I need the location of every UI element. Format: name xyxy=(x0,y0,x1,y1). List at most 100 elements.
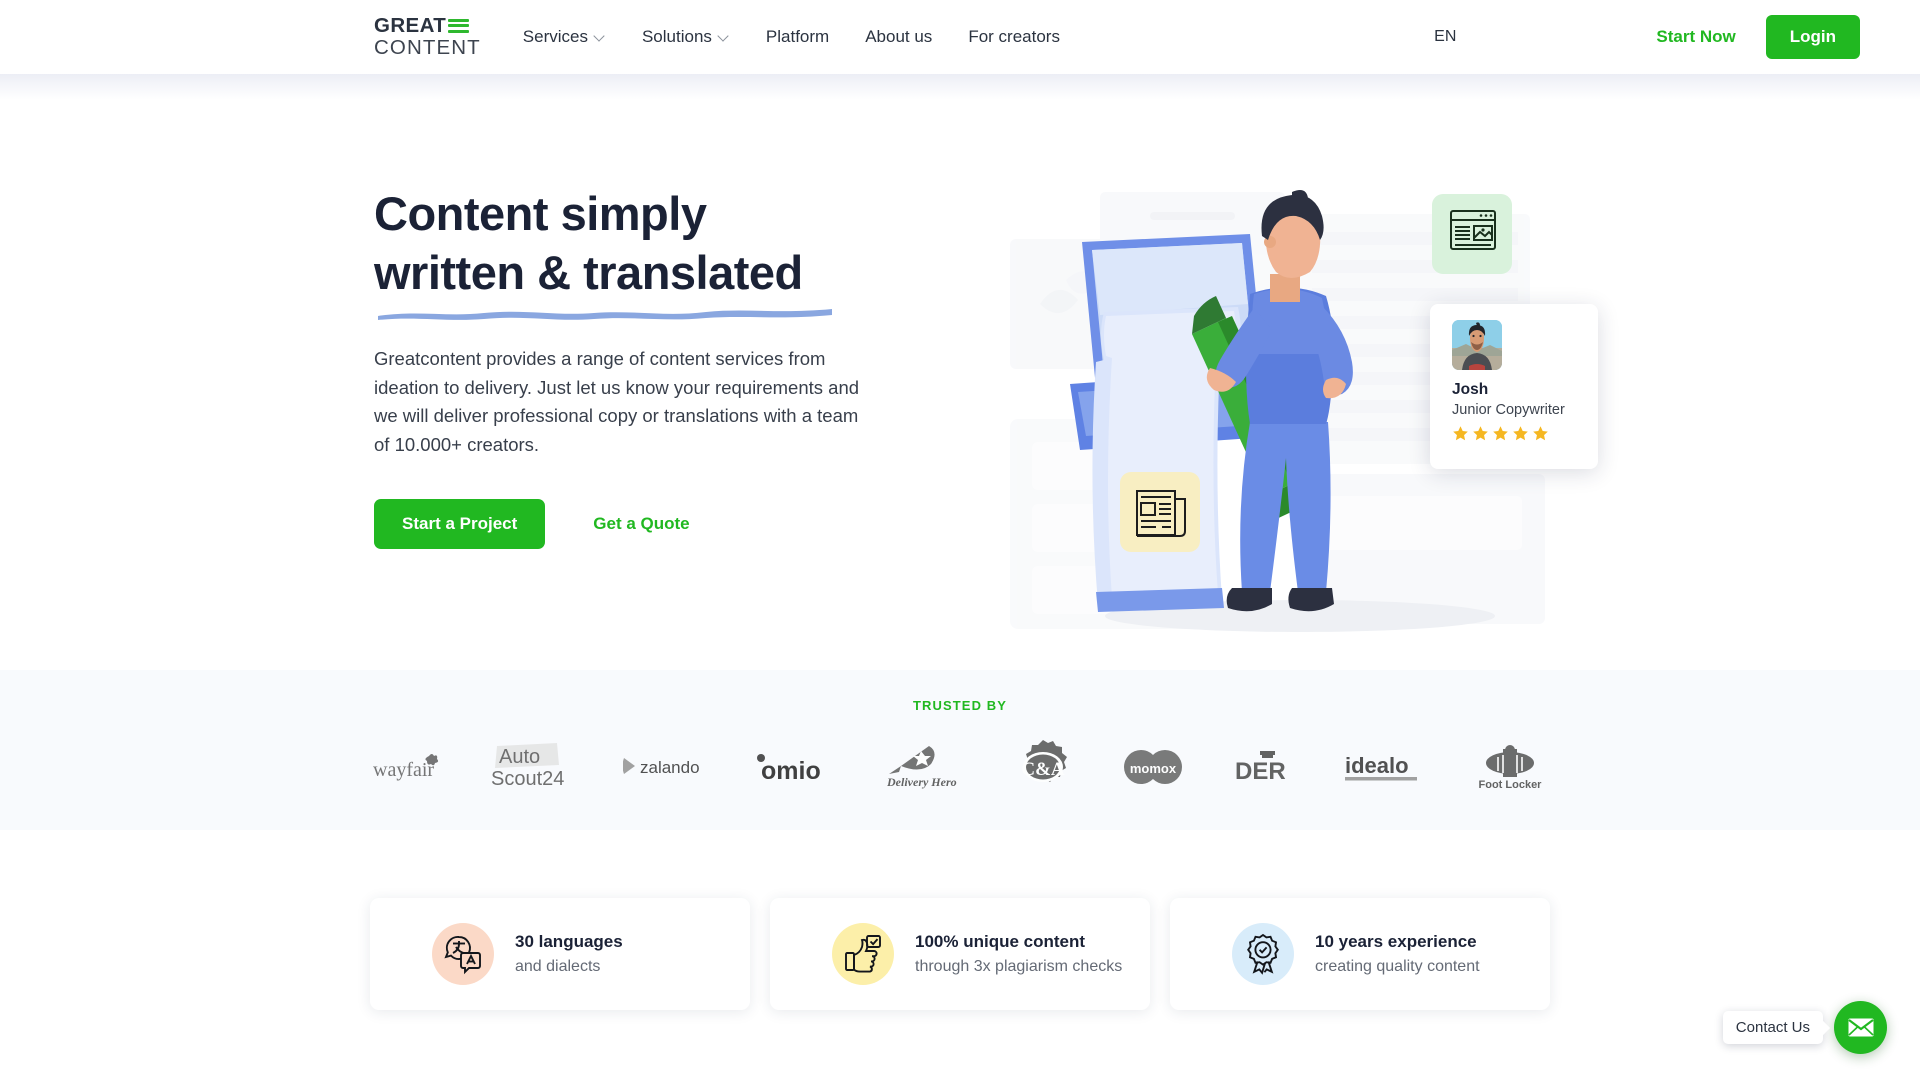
brand-logo-omio[interactable]: omio xyxy=(755,739,839,795)
header-inner: GREAT CONTENT Services Solutions Platfor… xyxy=(0,0,1920,74)
omio-logo-icon: omio xyxy=(757,754,821,782)
features-section: 30 languages and dialects 100% unique co… xyxy=(0,830,1920,1080)
webpage-badge xyxy=(1432,194,1512,274)
creator-profile-card[interactable]: Josh Junior Copywriter xyxy=(1430,304,1598,469)
rating-stars xyxy=(1452,425,1598,442)
hero-title-line1: Content simply xyxy=(374,187,707,240)
award-ribbon-icon xyxy=(1232,923,1294,985)
feature-card-experience[interactable]: 10 years experience creating quality con… xyxy=(1170,898,1550,1010)
creator-name: Josh xyxy=(1452,381,1489,398)
feature-title: 100% unique content xyxy=(915,932,1086,951)
svg-text:Delivery Hero: Delivery Hero xyxy=(887,775,957,789)
trusted-by-label: TRUSTED BY xyxy=(912,698,1008,713)
svg-text:zalando: zalando xyxy=(640,758,700,777)
nav-label-services: Services xyxy=(522,27,588,46)
idealo-logo-icon: idealo xyxy=(1345,753,1417,781)
hero-title-line2: written & translated xyxy=(374,246,803,299)
features-row: 30 languages and dialects 100% unique co… xyxy=(0,898,1920,1010)
feature-text: 100% unique content through 3x plagiaris… xyxy=(915,932,1122,976)
chevron-down-icon xyxy=(595,31,606,42)
nav-label-about-us: About us xyxy=(865,27,933,46)
svg-text:Auto: Auto xyxy=(499,746,540,768)
avatar-photo xyxy=(1452,320,1502,370)
site-logo[interactable]: GREAT CONTENT xyxy=(374,14,481,59)
nav-item-about-us[interactable]: About us xyxy=(847,17,950,57)
star-icon xyxy=(1473,426,1488,441)
brand-logo-c-and-a[interactable]: C&A xyxy=(1015,739,1071,795)
svg-text:wayfair: wayfair xyxy=(373,759,434,781)
hero-paragraph: Greatcontent provides a range of content… xyxy=(374,348,860,455)
hero-illustration: Josh Junior Copywriter xyxy=(970,184,1650,644)
star-icon xyxy=(1453,426,1468,441)
newspaper-badge xyxy=(1120,472,1200,552)
feature-subtitle: through 3x plagiarism checks xyxy=(915,958,1123,975)
momox-logo-icon: momox xyxy=(1124,750,1182,784)
thumbs-up-glyph xyxy=(845,935,881,973)
login-button[interactable]: Login xyxy=(1765,15,1860,59)
svg-text:momox: momox xyxy=(1130,761,1177,776)
star-icon xyxy=(1513,426,1528,441)
contact-us-button[interactable] xyxy=(1834,1001,1887,1054)
nav-label-platform: Platform xyxy=(765,27,830,46)
brand-logo-momox[interactable]: momox xyxy=(1119,739,1187,795)
feature-card-languages[interactable]: 30 languages and dialects xyxy=(370,898,750,1010)
trusted-by-section: TRUSTED BY wayfair Auto Scout24 zalando xyxy=(0,670,1920,830)
svg-text:DER: DER xyxy=(1235,758,1286,784)
start-a-project-button[interactable]: Start a Project xyxy=(374,499,546,549)
language-selector[interactable]: EN xyxy=(1434,28,1456,46)
translate-icon xyxy=(432,923,494,985)
hero-section: Content simply written & translated Grea… xyxy=(0,74,1920,670)
brand-logo-der[interactable]: DER xyxy=(1235,739,1297,795)
hero-cta-group: Start a Project Get a Quote xyxy=(374,499,874,549)
nav-item-solutions[interactable]: Solutions xyxy=(624,17,748,57)
contact-tooltip: Contact Us xyxy=(1722,1011,1823,1044)
thumbs-up-check-icon xyxy=(832,923,894,985)
header-actions: EN Start Now Login xyxy=(1434,15,1860,59)
brand-logo-idealo[interactable]: idealo xyxy=(1345,739,1425,795)
envelope-icon xyxy=(1847,1018,1874,1037)
brand-logo-row: wayfair Auto Scout24 zalando omio Delive… xyxy=(0,739,1920,795)
brand-logo-wayfair[interactable]: wayfair xyxy=(373,739,443,795)
translate-glyph xyxy=(444,936,481,975)
feature-subtitle: and dialects xyxy=(515,958,601,975)
site-header: GREAT CONTENT Services Solutions Platfor… xyxy=(0,0,1920,100)
chevron-down-icon xyxy=(719,31,730,42)
feature-subtitle: creating quality content xyxy=(1315,958,1480,975)
underline-brush-stroke xyxy=(378,309,832,320)
svg-text:omio: omio xyxy=(761,757,821,782)
nav-item-platform[interactable]: Platform xyxy=(748,17,847,57)
wayfair-logo-icon: wayfair xyxy=(373,754,439,781)
logo-top-row: GREAT xyxy=(374,14,481,37)
nav-item-for-creators[interactable]: For creators xyxy=(950,17,1078,57)
svg-text:Foot Locker: Foot Locker xyxy=(1479,779,1543,791)
logo-text-great: GREAT xyxy=(374,14,447,37)
feature-text: 30 languages and dialects xyxy=(515,932,623,976)
c-and-a-logo-icon: C&A xyxy=(1021,740,1067,782)
brand-logo-zalando[interactable]: zalando xyxy=(623,739,707,795)
get-a-quote-link[interactable]: Get a Quote xyxy=(593,514,689,534)
delivery-hero-logo-icon: Delivery Hero xyxy=(887,746,957,789)
logo-text-content: CONTENT xyxy=(374,35,481,59)
feature-title: 10 years experience xyxy=(1315,932,1477,951)
star-icon xyxy=(1493,426,1508,441)
nav-label-solutions: Solutions xyxy=(641,27,712,46)
award-ribbon-glyph xyxy=(1247,933,1279,975)
start-now-link[interactable]: Start Now xyxy=(1656,27,1735,47)
nav-label-for-creators: For creators xyxy=(968,27,1060,46)
autoscout24-logo-icon: Auto Scout24 xyxy=(491,743,564,790)
brand-logo-delivery-hero[interactable]: Delivery Hero xyxy=(887,739,967,795)
feature-text: 10 years experience creating quality con… xyxy=(1315,932,1480,976)
hero-copy: Content simply written & translated Grea… xyxy=(374,184,874,549)
brand-logo-foot-locker[interactable]: Foot Locker xyxy=(1473,739,1547,795)
feature-card-unique-content[interactable]: 100% unique content through 3x plagiaris… xyxy=(770,898,1150,1010)
svg-text:C&A: C&A xyxy=(1021,759,1065,780)
star-icon xyxy=(1533,426,1548,441)
foot-locker-logo-icon: Foot Locker xyxy=(1479,745,1543,791)
brand-logo-autoscout24[interactable]: Auto Scout24 xyxy=(491,739,575,795)
avatar xyxy=(1452,320,1502,370)
nav-item-services[interactable]: Services xyxy=(523,17,624,57)
header-shadow-fade xyxy=(0,74,1920,100)
creator-role: Junior Copywriter xyxy=(1452,402,1565,418)
svg-text:Scout24: Scout24 xyxy=(491,768,564,790)
der-logo-icon: DER xyxy=(1235,751,1286,784)
